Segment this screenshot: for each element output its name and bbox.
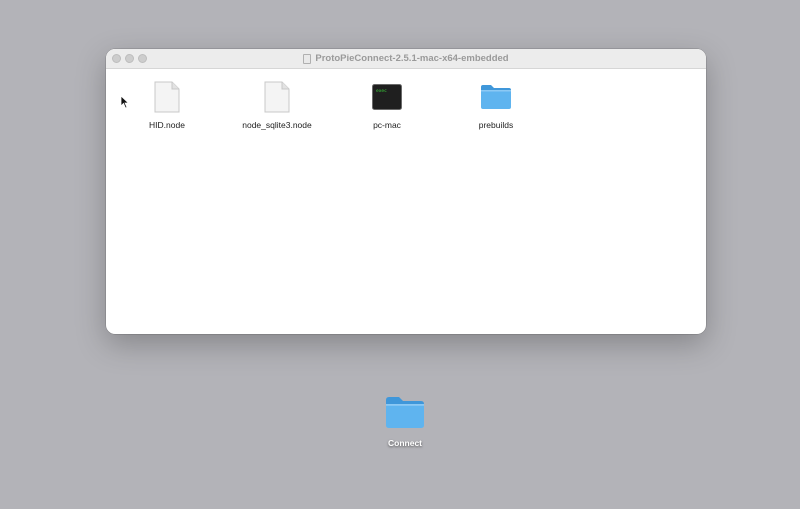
- folder-icon[interactable]: [385, 396, 425, 434]
- disk-image-icon: [303, 53, 312, 64]
- window-title: ProtoPieConnect-2.5.1-mac-x64-embedded: [106, 49, 706, 68]
- desktop-folder-label: Connect: [388, 438, 422, 448]
- window-content[interactable]: HID.node node_sqlite3.node exec pc-mac p…: [106, 69, 706, 334]
- file-label: pc-mac: [373, 120, 401, 130]
- desktop-folder-connect[interactable]: Connect: [370, 396, 440, 448]
- file-label: HID.node: [149, 120, 185, 130]
- mouse-cursor-icon: [120, 95, 130, 109]
- window-titlebar[interactable]: ProtoPieConnect-2.5.1-mac-x64-embedded: [106, 49, 706, 69]
- document-icon[interactable]: [259, 79, 295, 115]
- file-label: node_sqlite3.node: [242, 120, 312, 130]
- file-item-pc-mac[interactable]: exec pc-mac: [332, 79, 442, 130]
- terminal-exec-text: exec: [376, 89, 387, 94]
- folder-icon[interactable]: [478, 79, 514, 115]
- document-icon[interactable]: [149, 79, 185, 115]
- file-item-prebuilds[interactable]: prebuilds: [441, 79, 551, 130]
- file-item-node-sqlite3[interactable]: node_sqlite3.node: [222, 79, 332, 130]
- finder-window[interactable]: ProtoPieConnect-2.5.1-mac-x64-embedded H…: [106, 49, 706, 334]
- file-label: prebuilds: [478, 120, 514, 130]
- window-title-text: ProtoPieConnect-2.5.1-mac-x64-embedded: [315, 53, 509, 64]
- terminal-exec-icon[interactable]: exec: [369, 79, 405, 115]
